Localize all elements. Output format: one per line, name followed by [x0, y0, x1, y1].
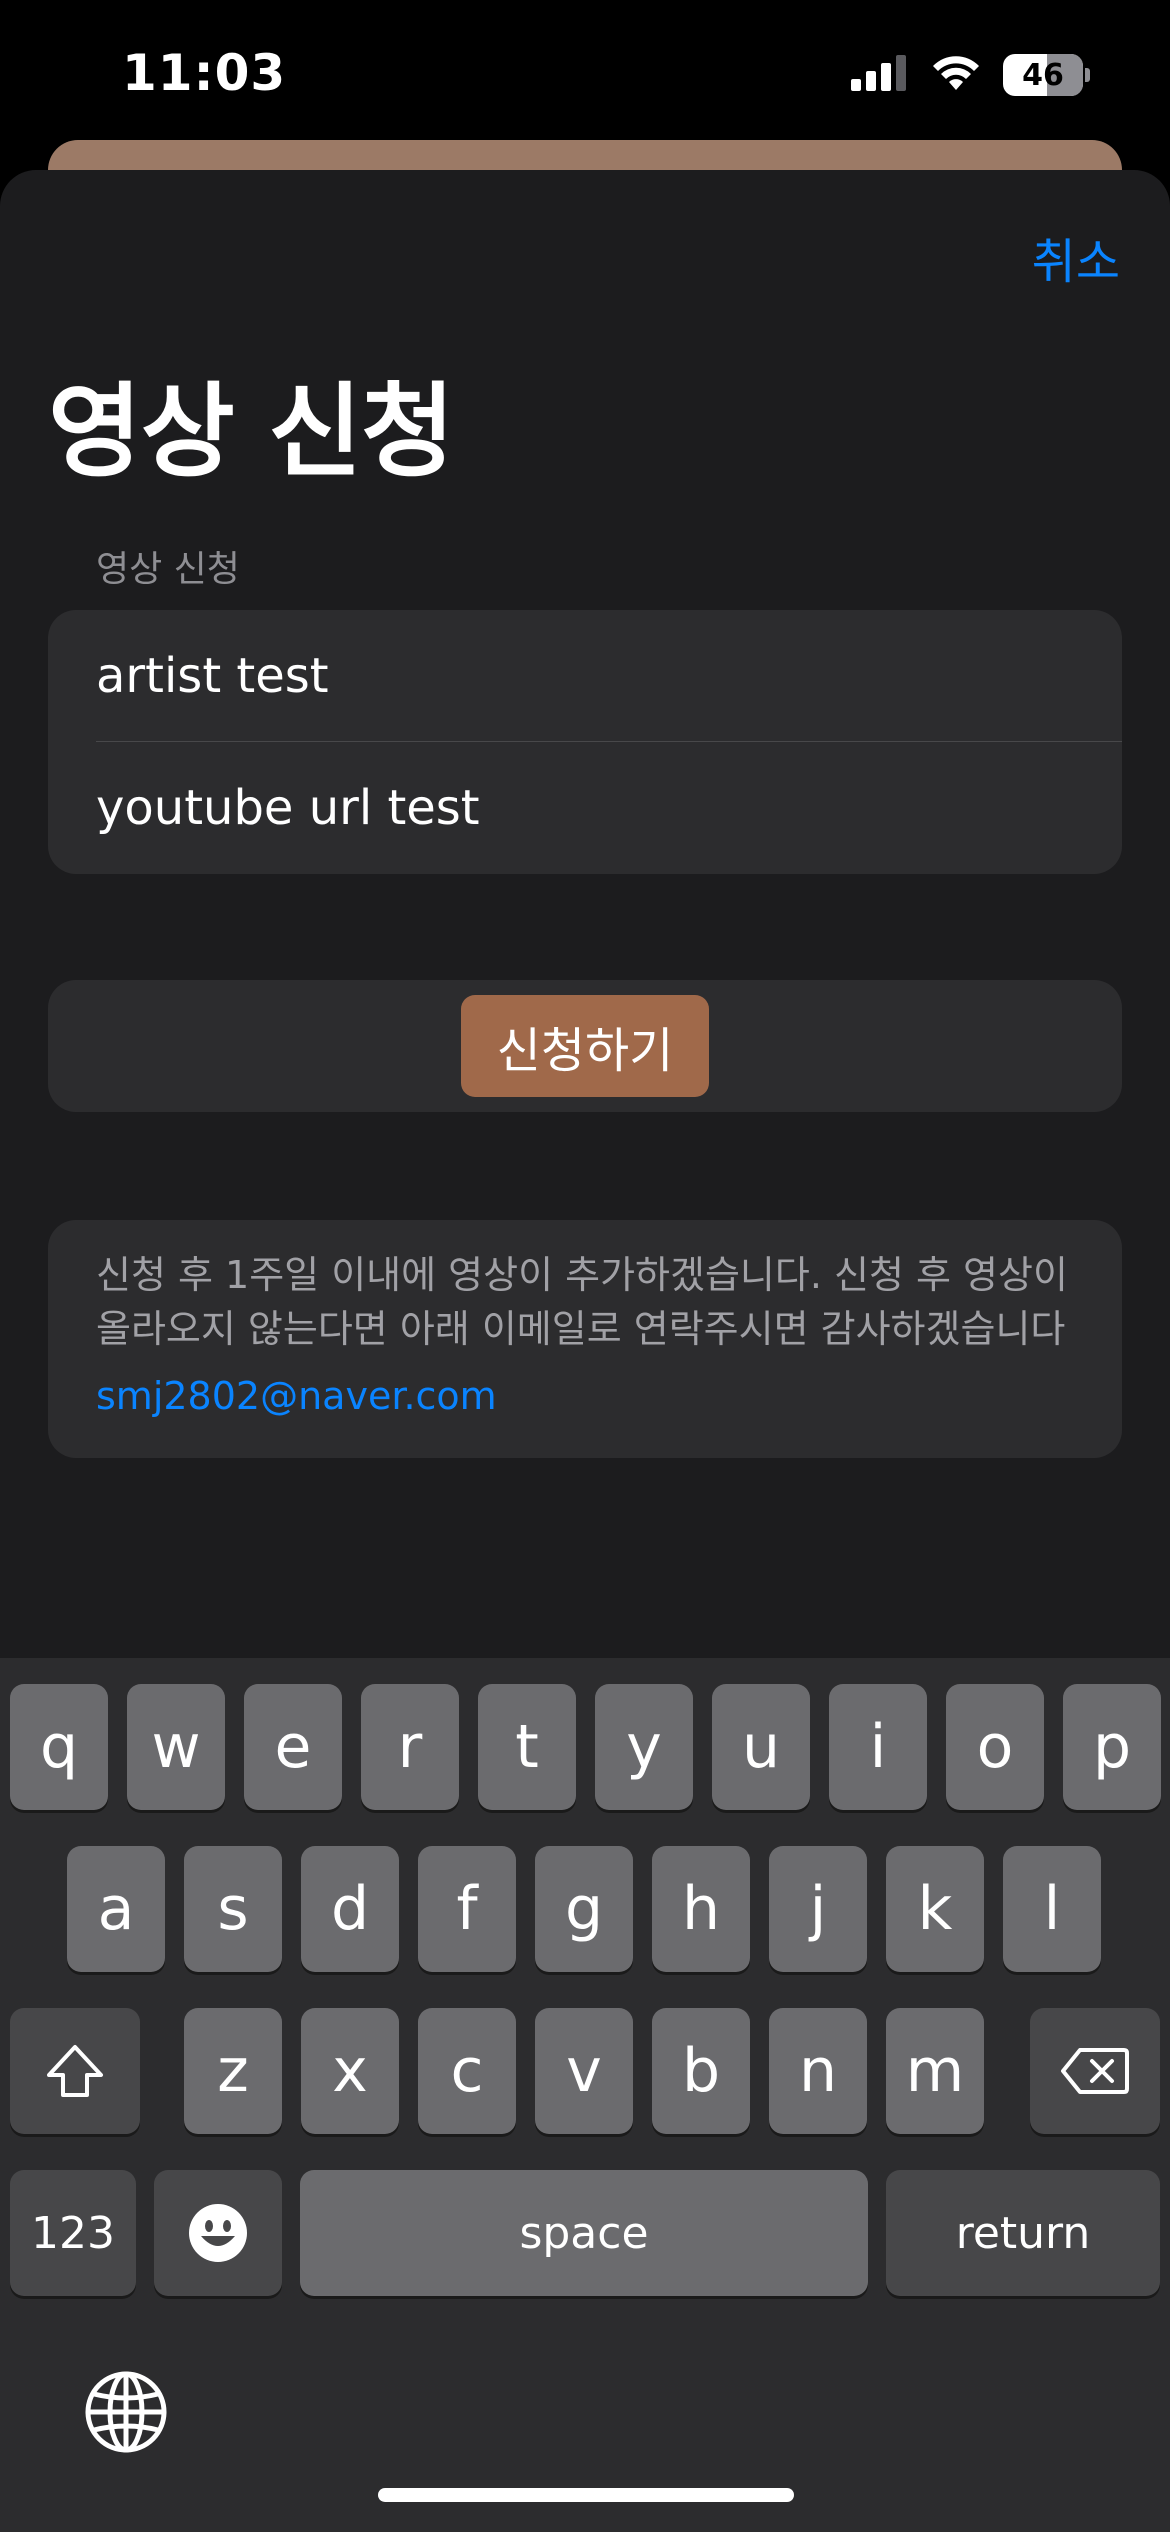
key-e[interactable]: e: [244, 1684, 342, 1810]
home-indicator: [378, 2488, 794, 2502]
shift-key[interactable]: [10, 2008, 140, 2134]
key-d[interactable]: d: [301, 1846, 399, 1972]
key-v[interactable]: v: [535, 2008, 633, 2134]
delete-key[interactable]: [1030, 2008, 1160, 2134]
info-group: 신청 후 1주일 이내에 영상이 추가하겠습니다. 신청 후 영상이 올라오지 …: [48, 1220, 1122, 1458]
info-text-line1: 신청 후 1주일 이내에 영상이 추가하겠습니다. 신청 후 영상이: [96, 1253, 1068, 1297]
key-z[interactable]: z: [184, 2008, 282, 2134]
status-time: 11:03: [122, 44, 287, 102]
key-h[interactable]: h: [652, 1846, 750, 1972]
backspace-icon: [1060, 2046, 1130, 2096]
key-c[interactable]: c: [418, 2008, 516, 2134]
submit-button[interactable]: 신청하기: [460, 995, 710, 1097]
key-f[interactable]: f: [418, 1846, 516, 1972]
wifi-icon: [931, 54, 981, 96]
key-u[interactable]: u: [712, 1684, 810, 1810]
artist-input[interactable]: [96, 647, 1122, 704]
key-m[interactable]: m: [886, 2008, 984, 2134]
key-n[interactable]: n: [769, 2008, 867, 2134]
artist-field-row[interactable]: [96, 610, 1122, 742]
key-g[interactable]: g: [535, 1846, 633, 1972]
key-l[interactable]: l: [1003, 1846, 1101, 1972]
battery-icon: 46: [1003, 54, 1083, 96]
keyboard: q w e r t y u i o p a s d f g h j k l z …: [0, 1658, 1170, 2532]
key-r[interactable]: r: [361, 1684, 459, 1810]
youtube-url-input[interactable]: [96, 780, 1122, 836]
key-b[interactable]: b: [652, 2008, 750, 2134]
key-t[interactable]: t: [478, 1684, 576, 1810]
key-p[interactable]: p: [1063, 1684, 1161, 1810]
battery-level: 46: [1022, 57, 1064, 93]
contact-email-link[interactable]: smj2802@naver.com: [96, 1374, 1074, 1418]
key-y[interactable]: y: [595, 1684, 693, 1810]
shift-icon: [45, 2043, 105, 2099]
key-i[interactable]: i: [829, 1684, 927, 1810]
emoji-icon: [187, 2202, 249, 2264]
key-k[interactable]: k: [886, 1846, 984, 1972]
key-j[interactable]: j: [769, 1846, 867, 1972]
cellular-signal-icon: [851, 55, 909, 95]
key-a[interactable]: a: [67, 1846, 165, 1972]
section-header: 영상 신청: [96, 549, 240, 590]
key-s[interactable]: s: [184, 1846, 282, 1972]
url-field-row[interactable]: [96, 742, 1122, 874]
space-key[interactable]: space: [300, 2170, 868, 2296]
cancel-button[interactable]: 취소: [1032, 222, 1120, 292]
status-bar: 11:03 46: [0, 0, 1170, 140]
battery-tip: [1085, 68, 1090, 82]
numbers-key[interactable]: 123: [10, 2170, 136, 2296]
globe-icon[interactable]: [84, 2370, 168, 2458]
info-text-line2: 올라오지 않는다면 아래 이메일로 연락주시면 감사하겠습니다: [96, 1307, 1066, 1351]
page-title: 영상 신청: [48, 373, 455, 492]
key-o[interactable]: o: [946, 1684, 1044, 1810]
form-group: [48, 610, 1122, 874]
emoji-key[interactable]: [154, 2170, 282, 2296]
status-icons: 46: [851, 54, 1090, 96]
key-w[interactable]: w: [127, 1684, 225, 1810]
key-q[interactable]: q: [10, 1684, 108, 1810]
return-key[interactable]: return: [886, 2170, 1160, 2296]
key-x[interactable]: x: [301, 2008, 399, 2134]
submit-group: 신청하기: [48, 980, 1122, 1112]
